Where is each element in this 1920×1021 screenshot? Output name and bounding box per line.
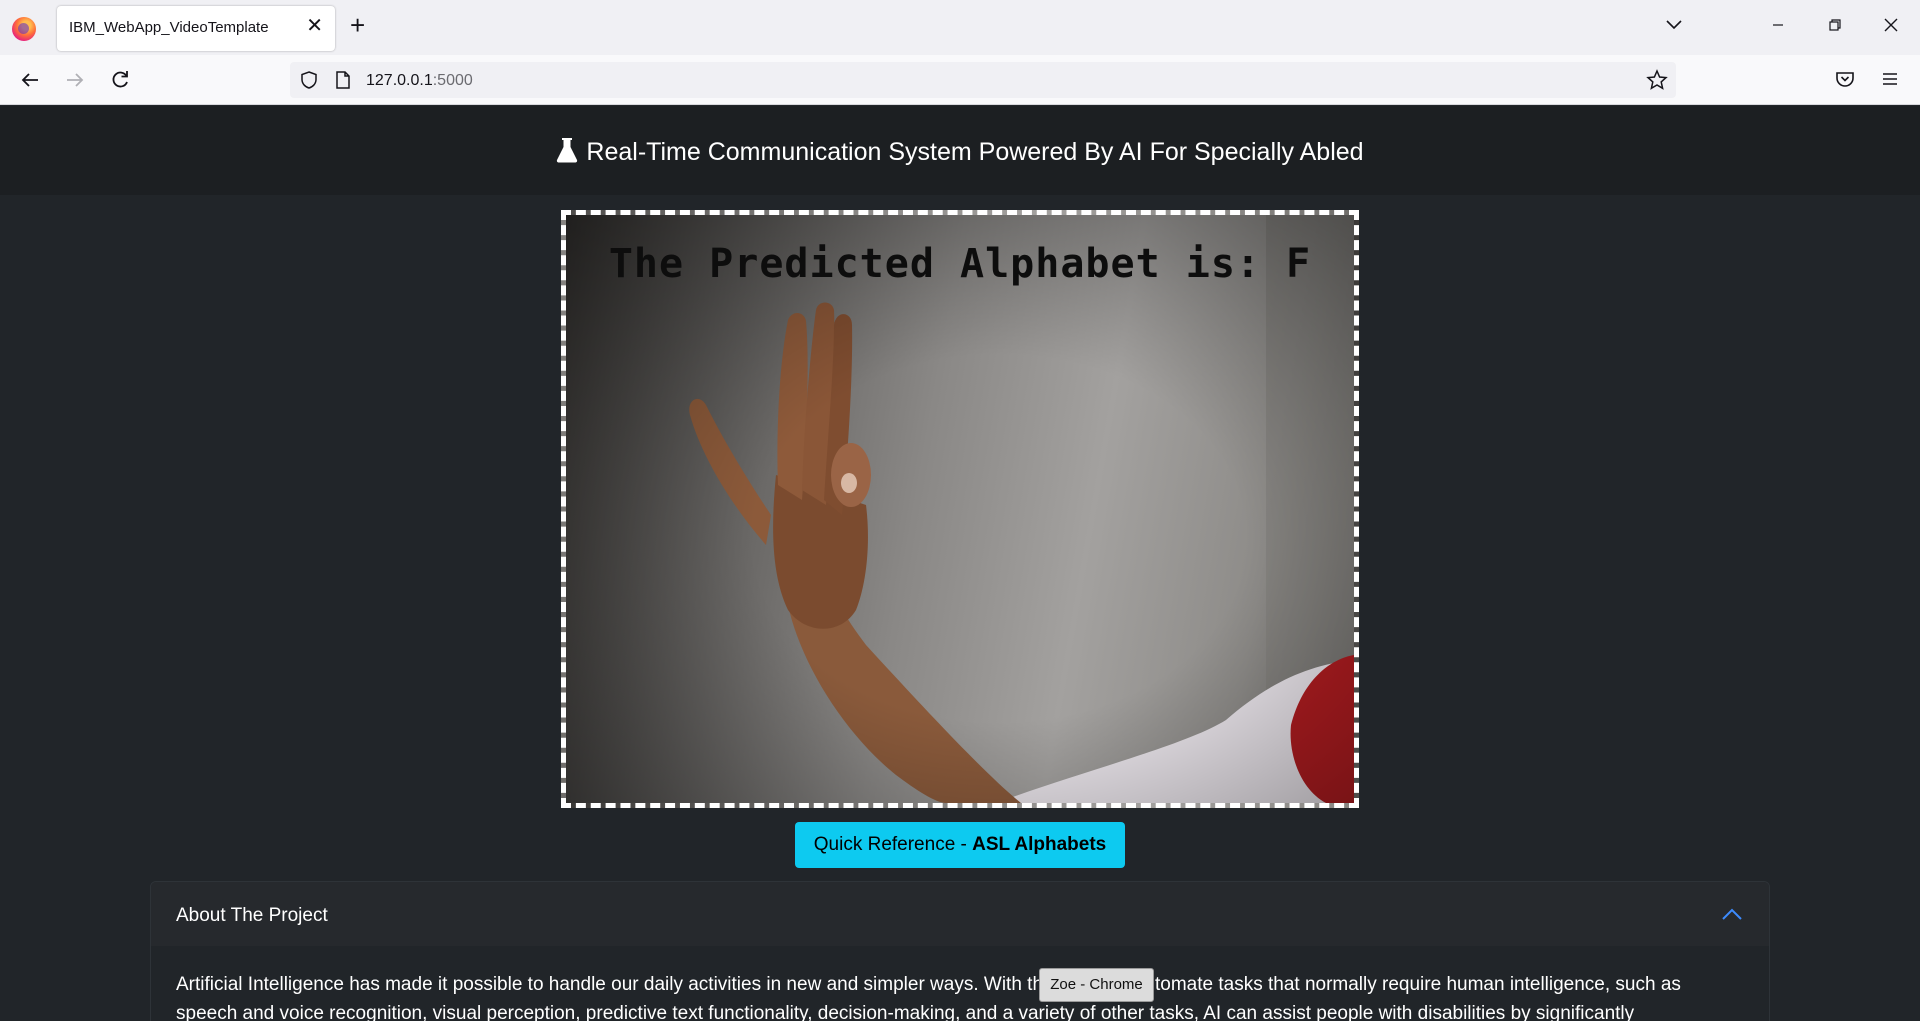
url-port: :5000 [432, 72, 473, 89]
browser-tab[interactable]: IBM_WebApp_VideoTemplate ✕ [57, 6, 335, 51]
quick-reference-bold: ASL Alphabets [972, 834, 1107, 855]
flask-icon [557, 138, 578, 163]
page-title: Real-Time Communication System Powered B… [0, 137, 1920, 167]
url-host: 127.0.0.1 [366, 72, 433, 89]
star-icon[interactable] [1646, 69, 1668, 91]
video-vignette [566, 215, 1354, 803]
page-header: Real-Time Communication System Powered B… [0, 106, 1920, 195]
accordion-body: Artificial Intelligence has made it poss… [176, 974, 1681, 1021]
tab-title: IBM_WebApp_VideoTemplate [69, 19, 269, 36]
predicted-alphabet-overlay: The Predicted Alphabet is: F [608, 241, 1312, 287]
restore-icon[interactable] [1824, 14, 1846, 36]
reload-icon[interactable] [108, 68, 132, 92]
quick-reference-button[interactable]: Quick Reference - ASL Alphabets [795, 822, 1125, 868]
firefox-logo-icon [12, 17, 36, 41]
shield-icon[interactable] [299, 70, 319, 90]
accordion-header[interactable]: About The Project [151, 882, 1769, 946]
close-icon[interactable]: ✕ [306, 16, 323, 36]
accordion-title: About The Project [176, 905, 328, 926]
quick-reference-prefix: Quick Reference - [813, 834, 973, 855]
page-title-text: Real-Time Communication System Powered B… [586, 138, 1364, 166]
chevron-down-icon[interactable] [1663, 14, 1685, 36]
close-window-icon[interactable] [1880, 14, 1902, 36]
navigation-bar: 127.0.0.1:5000 [0, 55, 1920, 105]
back-icon[interactable] [18, 68, 42, 92]
menu-icon[interactable] [1879, 68, 1901, 90]
about-accordion: About The Project Artificial Intelligenc… [150, 881, 1770, 1021]
pocket-icon[interactable] [1834, 68, 1856, 90]
tooltip: Zoe - Chrome [1039, 968, 1154, 1002]
url-bar[interactable]: 127.0.0.1:5000 [290, 62, 1676, 98]
forward-icon [67, 73, 84, 87]
chevron-up-icon[interactable] [1721, 906, 1743, 922]
url-text: 127.0.0.1:5000 [366, 72, 473, 90]
minimize-icon[interactable] [1767, 14, 1789, 36]
video-feed: The Predicted Alphabet is: F [561, 210, 1359, 808]
tab-bar: IBM_WebApp_VideoTemplate ✕ + [0, 0, 1920, 55]
page-icon[interactable] [334, 70, 352, 90]
plus-icon[interactable]: + [350, 12, 365, 38]
